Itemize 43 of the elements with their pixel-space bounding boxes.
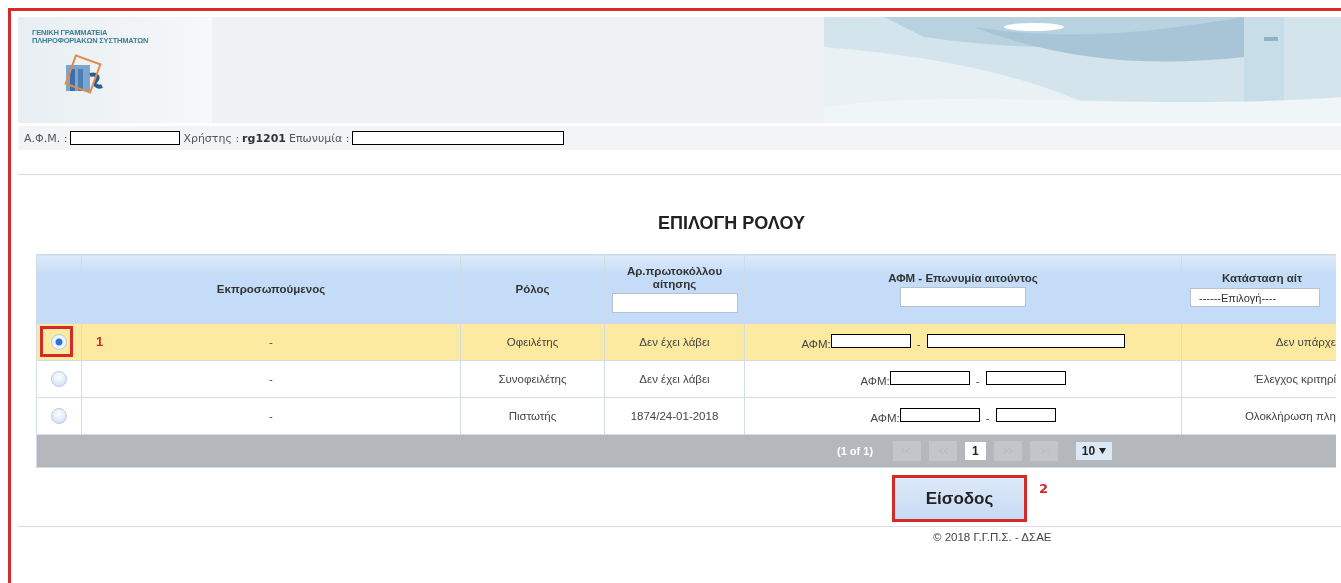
rows-per-page-dropdown[interactable]: 10: [1075, 442, 1113, 460]
table-cell: ΑΦΜ:: [860, 375, 890, 387]
table-cell: -: [269, 410, 273, 422]
table-cell: Δεν έχει λάβει: [639, 373, 710, 385]
table-cell: Συνοφειλέτης: [498, 373, 567, 385]
table-cell: -: [269, 336, 273, 348]
caret-icon: [1099, 448, 1107, 454]
radio-button[interactable]: [51, 371, 67, 387]
radio-button[interactable]: [51, 408, 67, 424]
table-cell: -: [975, 375, 980, 387]
column-header: ΑΦΜ - Επωνυμία αιτούντος: [888, 271, 1038, 285]
table-cell: -: [916, 338, 921, 350]
column-header: Εκπροσωπούμενος: [216, 282, 326, 296]
table-cell: -: [269, 373, 273, 385]
redaction-box: [995, 408, 1056, 422]
column-header: Αρ.πρωτοκόλλου αίτησης: [625, 265, 724, 291]
table-cell: ΑΦΜ:: [870, 412, 900, 424]
table-cell: -: [985, 412, 990, 424]
column-header: Κατάσταση αίτ: [1221, 271, 1303, 285]
table-cell: Οφειλέτης: [506, 336, 559, 348]
page-number[interactable]: 1: [965, 442, 986, 460]
radio-button[interactable]: [51, 334, 67, 350]
table-cell: ΑΦΜ:: [801, 338, 831, 350]
annotation-number: 2: [1039, 481, 1049, 496]
column-header: Ρόλος: [515, 282, 550, 296]
table-cell: Πιστωτής: [508, 410, 557, 422]
table-cell: Ολοκλήρωση πλη: [1244, 410, 1336, 422]
annotation-number: 1: [96, 334, 104, 349]
table-cell: 1874/24-01-2018: [630, 410, 719, 422]
field-label: Α.Φ.Μ. :: [24, 131, 68, 145]
filter-field[interactable]: [900, 286, 1026, 307]
table-cell: Δεν υπάρχε: [1275, 336, 1336, 348]
filter-dropdown[interactable]: ------Επιλογή----: [1190, 287, 1320, 307]
username: rg1201: [242, 131, 286, 145]
page-summary: (1 of 1): [837, 445, 874, 457]
page-title: ΕΠΙΛΟΓΗ ΡΟΛΟΥ: [657, 212, 806, 234]
copyright-text: © 2018 Γ.Γ.Π.Σ. - ΔΣΑΕ: [18, 526, 1341, 543]
table-cell: Έλεγχος κριτηρί: [1254, 373, 1336, 385]
table-cell: Δεν έχει λάβει: [639, 336, 710, 348]
field-label: Χρήστης :: [183, 131, 240, 145]
login-button[interactable]: Είσοδος: [895, 478, 1024, 519]
filter-field[interactable]: [611, 293, 738, 313]
field-label: Επωνυμία :: [289, 131, 350, 145]
